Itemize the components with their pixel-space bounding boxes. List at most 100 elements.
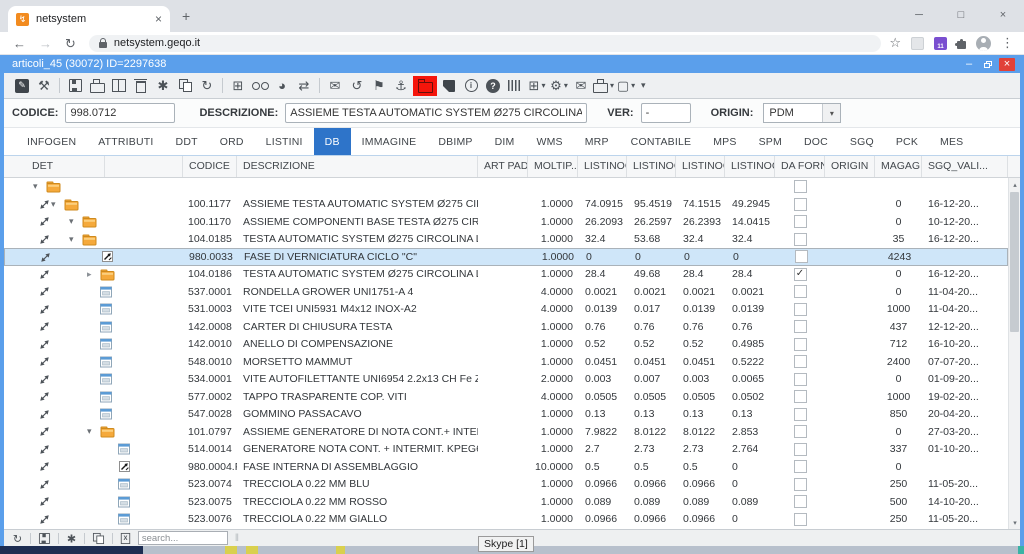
- back-icon[interactable]: ←: [13, 37, 26, 50]
- scroll-up-icon[interactable]: ▴: [1009, 178, 1020, 191]
- da-fornitore-checkbox[interactable]: [794, 215, 807, 228]
- browser-profile-avatar[interactable]: [976, 36, 991, 51]
- print-button[interactable]: [87, 76, 107, 96]
- detail-arrow-icon[interactable]: [39, 321, 50, 332]
- descrizione-input[interactable]: [285, 103, 587, 123]
- browser-menu-icon[interactable]: ⋮: [1001, 35, 1014, 51]
- window-close-button[interactable]: ×: [999, 58, 1015, 71]
- tree-expander-open-icon[interactable]: ▾: [69, 216, 82, 227]
- da-fornitore-checkbox[interactable]: [794, 285, 807, 298]
- detail-arrow-icon[interactable]: [40, 252, 51, 263]
- mail-send-button[interactable]: ✉: [571, 76, 591, 96]
- da-fornitore-checkbox[interactable]: [794, 303, 807, 316]
- column-header[interactable]: MOLTIP...: [528, 156, 578, 177]
- window-minimize-button[interactable]: –: [961, 58, 977, 71]
- tree-expander-open-icon[interactable]: ▾: [87, 426, 100, 437]
- browser-close-button[interactable]: ×: [982, 9, 1024, 21]
- anchor-button[interactable]: ⚓: [391, 76, 411, 96]
- search-input[interactable]: [138, 531, 228, 545]
- tab-sgq[interactable]: SGQ: [839, 128, 885, 155]
- history-button[interactable]: ↺: [347, 76, 367, 96]
- da-fornitore-checkbox[interactable]: [795, 250, 808, 263]
- table-row[interactable]: 142.0008CARTER DI CHIUSURA TESTA1.00000.…: [4, 318, 1008, 336]
- statusbar-copy-button[interactable]: [93, 532, 104, 543]
- tree-expander-open-icon[interactable]: ▾: [51, 199, 64, 210]
- detail-arrow-icon[interactable]: [39, 304, 50, 315]
- note-button[interactable]: [439, 76, 459, 96]
- column-header[interactable]: CODICE: [183, 156, 237, 177]
- extension-icon-purple[interactable]: 11: [934, 37, 947, 50]
- open-folder-button[interactable]: [413, 76, 437, 96]
- column-header[interactable]: DA FORN...: [775, 156, 825, 177]
- statusbar-refresh-button[interactable]: ↻: [13, 532, 22, 543]
- shape-menu-button[interactable]: ▢▾: [616, 76, 636, 96]
- column-header[interactable]: DET: [4, 156, 105, 177]
- tab-ddt[interactable]: DDT: [165, 128, 209, 155]
- tab-dbimp[interactable]: DBIMP: [427, 128, 483, 155]
- column-header[interactable]: LISTINOC...: [676, 156, 725, 177]
- tab-spm[interactable]: SPM: [748, 128, 793, 155]
- table-row[interactable]: ▸104.0186TESTA AUTOMATIC SYSTEM Ø275 CIR…: [4, 266, 1008, 284]
- toolbar-overflow-chevron[interactable]: ▾: [641, 80, 646, 91]
- statusbar-asterisk-button[interactable]: ✱: [67, 532, 76, 543]
- column-header[interactable]: LISTINOC...: [578, 156, 627, 177]
- table-row[interactable]: 514.0014GENERATORE NOTA CONT. + INTERMIT…: [4, 441, 1008, 459]
- detail-arrow-icon[interactable]: [39, 269, 50, 280]
- da-fornitore-checkbox[interactable]: [794, 425, 807, 438]
- new-tab-button[interactable]: +: [182, 8, 190, 24]
- table-row[interactable]: 523.0074TRECCIOLA 0.22 MM BLU1.00000.096…: [4, 476, 1008, 494]
- detail-arrow-icon[interactable]: [39, 409, 50, 420]
- tree-expander-open-icon[interactable]: ▾: [33, 181, 46, 192]
- help-button[interactable]: ?: [483, 76, 503, 96]
- da-fornitore-checkbox[interactable]: [794, 495, 807, 508]
- detail-arrow-icon[interactable]: [39, 356, 50, 367]
- delete-button[interactable]: [131, 76, 151, 96]
- detail-arrow-icon[interactable]: [39, 444, 50, 455]
- table-row[interactable]: ▾100.1177ASSIEME TESTA AUTOMATIC SYSTEM …: [4, 196, 1008, 214]
- da-fornitore-checkbox[interactable]: [794, 233, 807, 246]
- da-fornitore-checkbox[interactable]: [794, 460, 807, 473]
- da-fornitore-checkbox[interactable]: [794, 390, 807, 403]
- codice-input[interactable]: [65, 103, 175, 123]
- refresh-button[interactable]: ↻: [197, 76, 217, 96]
- bookmark-star-icon[interactable]: ☆: [889, 35, 901, 51]
- detail-arrow-icon[interactable]: [39, 479, 50, 490]
- print-menu-button[interactable]: ▾: [593, 76, 614, 96]
- edit-button[interactable]: ✎: [12, 76, 32, 96]
- pie-chart-button[interactable]: ◕: [272, 76, 292, 96]
- table-row[interactable]: ▾: [4, 178, 1008, 196]
- da-fornitore-checkbox[interactable]: [794, 513, 807, 526]
- tab-immagine[interactable]: IMMAGINE: [351, 128, 428, 155]
- extension-icon-gray[interactable]: [911, 37, 924, 50]
- tab-dim[interactable]: DIM: [484, 128, 526, 155]
- window-restore-button[interactable]: [980, 58, 996, 71]
- tab-attributi[interactable]: ATTRIBUTI: [87, 128, 164, 155]
- scroll-down-icon[interactable]: ▾: [1009, 516, 1020, 529]
- table-row[interactable]: ▾101.0797ASSIEME GENERATORE DI NOTA CONT…: [4, 423, 1008, 441]
- column-header[interactable]: LISTINOC...: [627, 156, 676, 177]
- table-menu-button[interactable]: ⊞▾: [527, 76, 547, 96]
- table-row[interactable]: 547.0028GOMMINO PASSACAVO1.00000.130.130…: [4, 406, 1008, 424]
- tab-contabile[interactable]: CONTABILE: [620, 128, 703, 155]
- table-row[interactable]: 577.0002TAPPO TRASPARENTE COP. VITI4.000…: [4, 388, 1008, 406]
- table-row[interactable]: 523.0076TRECCIOLA 0.22 MM GIALLO1.00000.…: [4, 511, 1008, 529]
- tab-mrp[interactable]: MRP: [574, 128, 620, 155]
- tab-infogen[interactable]: INFOGEN: [16, 128, 87, 155]
- browser-minimize-button[interactable]: ─: [898, 9, 940, 21]
- table-row[interactable]: 142.0010ANELLO DI COMPENSAZIONE1.00000.5…: [4, 336, 1008, 354]
- da-fornitore-checkbox[interactable]: [794, 373, 807, 386]
- tab-db[interactable]: DB: [314, 128, 351, 155]
- column-header[interactable]: LISTINOC...: [725, 156, 775, 177]
- scrollbar-thumb[interactable]: [1010, 192, 1019, 332]
- tree-expander-closed-icon[interactable]: ▸: [87, 269, 100, 280]
- table-row[interactable]: 548.0010MORSETTO MAMMUT1.00000.04510.045…: [4, 353, 1008, 371]
- reload-icon[interactable]: ↻: [65, 37, 76, 50]
- table-row[interactable]: 523.0075TRECCIOLA 0.22 MM ROSSO1.00000.0…: [4, 493, 1008, 511]
- column-header[interactable]: DESCRIZIONE: [237, 156, 478, 177]
- tab-wms[interactable]: WMS: [525, 128, 573, 155]
- copy-button[interactable]: [175, 76, 195, 96]
- da-fornitore-checkbox[interactable]: [794, 355, 807, 368]
- detail-arrow-icon[interactable]: [39, 234, 50, 245]
- detail-arrow-icon[interactable]: [39, 391, 50, 402]
- tree-expander-open-icon[interactable]: ▾: [69, 234, 82, 245]
